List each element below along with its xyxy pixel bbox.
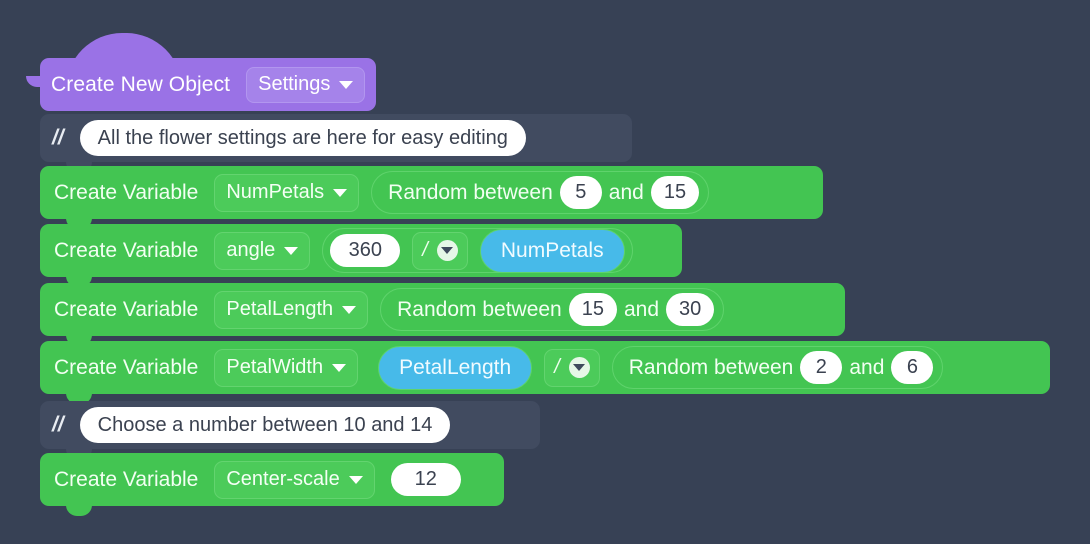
chevron-down-icon xyxy=(568,357,590,378)
variable-name-value: PetalWidth xyxy=(226,356,324,378)
random-between-reporter[interactable]: Random between 5 and 15 xyxy=(371,171,710,214)
hat-block-body[interactable]: Create New Object Settings xyxy=(40,58,377,111)
create-variable-block-numpetals[interactable]: Create Variable NumPetals Random between… xyxy=(40,166,823,219)
create-variable-label: Create Variable xyxy=(54,467,199,491)
variable-reporter-petallength[interactable]: PetalLength xyxy=(378,345,533,390)
variable-name-value: NumPetals xyxy=(226,181,325,203)
settings-dropdown[interactable]: Settings xyxy=(246,66,366,103)
block-editor-canvas: Create New Object Settings // All the fl… xyxy=(0,0,1090,544)
variable-name-dropdown[interactable]: PetalLength xyxy=(214,290,369,329)
comment-block[interactable]: // All the flower settings are here for … xyxy=(40,114,632,162)
value-number-input[interactable]: 12 xyxy=(390,463,461,496)
comment-marker: // xyxy=(52,413,64,436)
chevron-down-icon xyxy=(284,246,299,255)
random-min-input[interactable]: 5 xyxy=(559,176,602,209)
chevron-down-icon xyxy=(332,363,347,372)
chevron-down-icon xyxy=(436,240,458,261)
comment-block[interactable]: // Choose a number between 10 and 14 xyxy=(40,401,540,449)
variable-name-value: Center-scale xyxy=(226,468,340,490)
create-variable-label: Create Variable xyxy=(54,180,199,204)
chevron-down-icon xyxy=(348,475,363,484)
division-expression-group[interactable]: PetalLength / Random between 2 and 6 xyxy=(370,345,951,390)
operator-symbol: / xyxy=(422,239,428,261)
create-variable-block-petallength[interactable]: Create Variable PetalLength Random betwe… xyxy=(40,283,845,336)
random-conjunction-label: and xyxy=(608,180,644,204)
variable-name-dropdown[interactable]: PetalWidth xyxy=(214,348,359,387)
random-max-input[interactable]: 15 xyxy=(650,176,700,209)
block-bottom-connector xyxy=(66,505,92,516)
variable-name-value: PetalLength xyxy=(226,298,334,320)
operator-dropdown[interactable]: / xyxy=(412,231,468,270)
operand-left-input[interactable]: 360 xyxy=(330,234,401,267)
random-conjunction-label: and xyxy=(623,297,660,321)
create-variable-block-center-scale[interactable]: Create Variable Center-scale 12 xyxy=(40,453,504,506)
random-between-reporter[interactable]: Random between 2 and 6 xyxy=(611,346,944,389)
settings-dropdown-value: Settings xyxy=(258,73,331,95)
random-min-input[interactable]: 2 xyxy=(800,351,843,384)
random-max-input[interactable]: 6 xyxy=(891,351,934,384)
random-min-input[interactable]: 15 xyxy=(568,293,617,326)
variable-name-value: angle xyxy=(226,239,276,261)
variable-name-dropdown[interactable]: Center-scale xyxy=(214,460,375,499)
comment-text-input[interactable]: All the flower settings are here for eas… xyxy=(79,120,526,156)
variable-name-dropdown[interactable]: NumPetals xyxy=(214,173,360,212)
random-max-input[interactable]: 30 xyxy=(666,293,715,326)
random-between-label: Random between xyxy=(628,355,794,379)
variable-name-dropdown[interactable]: angle xyxy=(214,231,311,270)
create-variable-label: Create Variable xyxy=(54,297,199,321)
operator-dropdown[interactable]: / xyxy=(544,348,600,387)
comment-text-input[interactable]: Choose a number between 10 and 14 xyxy=(79,407,451,443)
hat-block[interactable]: Create New Object Settings xyxy=(40,33,377,111)
division-expression-group[interactable]: 360 / NumPetals xyxy=(322,228,633,273)
create-variable-label: Create Variable xyxy=(54,355,199,379)
chevron-down-icon xyxy=(342,305,357,314)
variable-reporter-numpetals[interactable]: NumPetals xyxy=(479,228,625,273)
variable-reporter-label: NumPetals xyxy=(500,238,604,262)
chevron-down-icon xyxy=(333,188,348,197)
random-between-label: Random between xyxy=(388,180,553,204)
comment-marker: // xyxy=(52,126,64,149)
hat-block-label: Create New Object xyxy=(51,72,231,96)
random-between-label: Random between xyxy=(397,297,562,321)
create-variable-label: Create Variable xyxy=(54,238,199,262)
variable-reporter-label: PetalLength xyxy=(399,355,512,379)
random-conjunction-label: and xyxy=(849,355,885,379)
create-variable-block-petalwidth[interactable]: Create Variable PetalWidth PetalLength /… xyxy=(40,341,1050,394)
chevron-down-icon xyxy=(339,80,354,89)
create-variable-block-angle[interactable]: Create Variable angle 360 / NumPetals xyxy=(40,224,682,277)
operator-symbol: / xyxy=(554,356,560,378)
random-between-reporter[interactable]: Random between 15 and 30 xyxy=(380,288,725,331)
